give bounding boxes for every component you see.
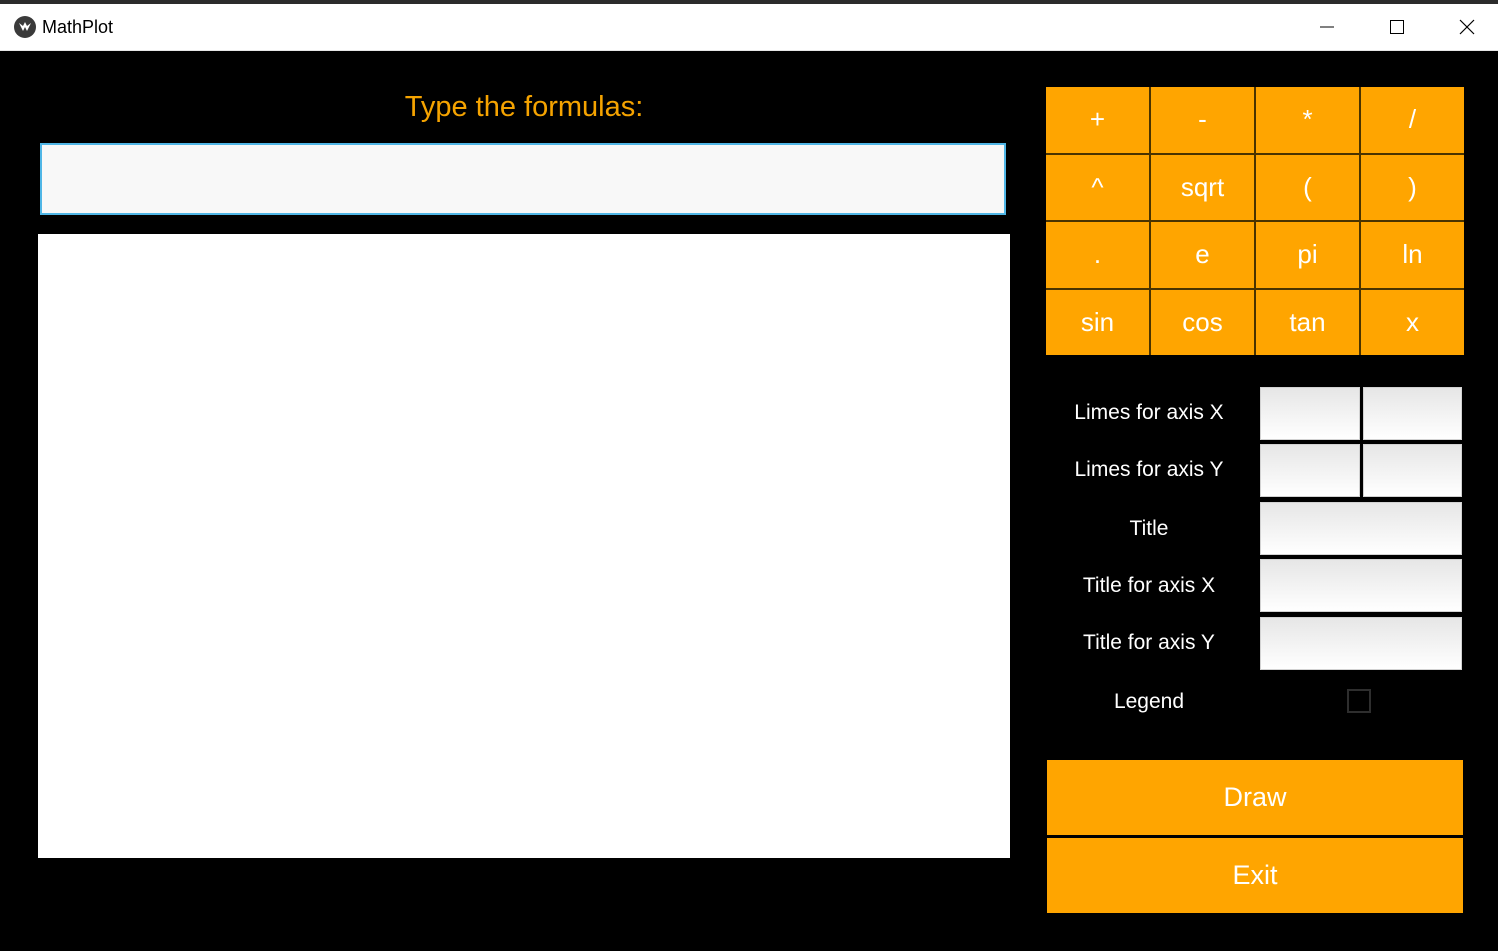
exit-button[interactable]: Exit bbox=[1047, 838, 1463, 913]
title-axis-x-field[interactable] bbox=[1260, 559, 1462, 612]
key-button[interactable]: sqrt bbox=[1151, 154, 1254, 220]
app-logo-icon bbox=[14, 16, 36, 38]
limits-x-label: Limes for axis X bbox=[1074, 401, 1224, 424]
window-title: MathPlot bbox=[42, 17, 114, 37]
keypad: + - * / ^ sqrt(). e pi ln sin cos tan x bbox=[1046, 87, 1464, 355]
draw-button[interactable]: Draw bbox=[1047, 760, 1463, 835]
close-icon bbox=[1459, 19, 1475, 35]
key-button[interactable]: . bbox=[1046, 222, 1149, 288]
key-button[interactable]: ( bbox=[1256, 154, 1359, 220]
title-label: Title bbox=[1129, 517, 1169, 540]
formula-input[interactable] bbox=[40, 143, 1006, 215]
close-button[interactable] bbox=[1432, 4, 1498, 50]
key-button[interactable]: + bbox=[1046, 87, 1149, 153]
main-content: Type the formulas: + - * / ^ sqrt(). e pi ln sin c… bbox=[2, 51, 1496, 949]
legend-label: Legend bbox=[1113, 690, 1185, 713]
minimize-button[interactable] bbox=[1292, 4, 1362, 50]
formula-heading: Type the formulas: bbox=[404, 91, 644, 123]
maximize-button[interactable] bbox=[1362, 4, 1432, 50]
title-axis-y-label: Title for axis Y bbox=[1083, 631, 1215, 654]
key-button[interactable]: tan bbox=[1256, 289, 1359, 355]
key-button[interactable]: pi bbox=[1256, 222, 1359, 288]
key-button[interactable]: * bbox=[1256, 87, 1359, 153]
key-button[interactable]: / bbox=[1361, 87, 1464, 153]
title-axis-y-field[interactable] bbox=[1260, 617, 1462, 670]
key-button[interactable]: cos bbox=[1151, 289, 1254, 355]
y-limit-min-field[interactable] bbox=[1260, 444, 1360, 497]
key-button[interactable]: e bbox=[1151, 222, 1254, 288]
x-limit-max-field[interactable] bbox=[1363, 387, 1462, 440]
title-axis-x-label: Title for axis X bbox=[1082, 574, 1216, 597]
key-button[interactable]: ) bbox=[1361, 154, 1464, 220]
legend-checkbox[interactable] bbox=[1347, 689, 1371, 713]
maximize-icon bbox=[1390, 20, 1404, 34]
limits-y-label: Limes for axis Y bbox=[1074, 458, 1224, 481]
minimize-icon bbox=[1320, 26, 1334, 28]
plot-canvas bbox=[38, 234, 1010, 858]
key-button[interactable]: sin bbox=[1046, 289, 1149, 355]
key-button[interactable]: ln bbox=[1361, 222, 1464, 288]
app-window: MathPlot Type the formulas: + - * / ^ sqrt().… bbox=[0, 0, 1498, 951]
x-limit-min-field[interactable] bbox=[1260, 387, 1360, 440]
key-button[interactable]: x bbox=[1361, 289, 1464, 355]
title-bar[interactable]: MathPlot bbox=[0, 4, 1498, 51]
key-button[interactable]: - bbox=[1151, 87, 1254, 153]
title-field[interactable] bbox=[1260, 502, 1462, 555]
key-button[interactable]: ^ bbox=[1046, 154, 1149, 220]
y-limit-max-field[interactable] bbox=[1363, 444, 1462, 497]
